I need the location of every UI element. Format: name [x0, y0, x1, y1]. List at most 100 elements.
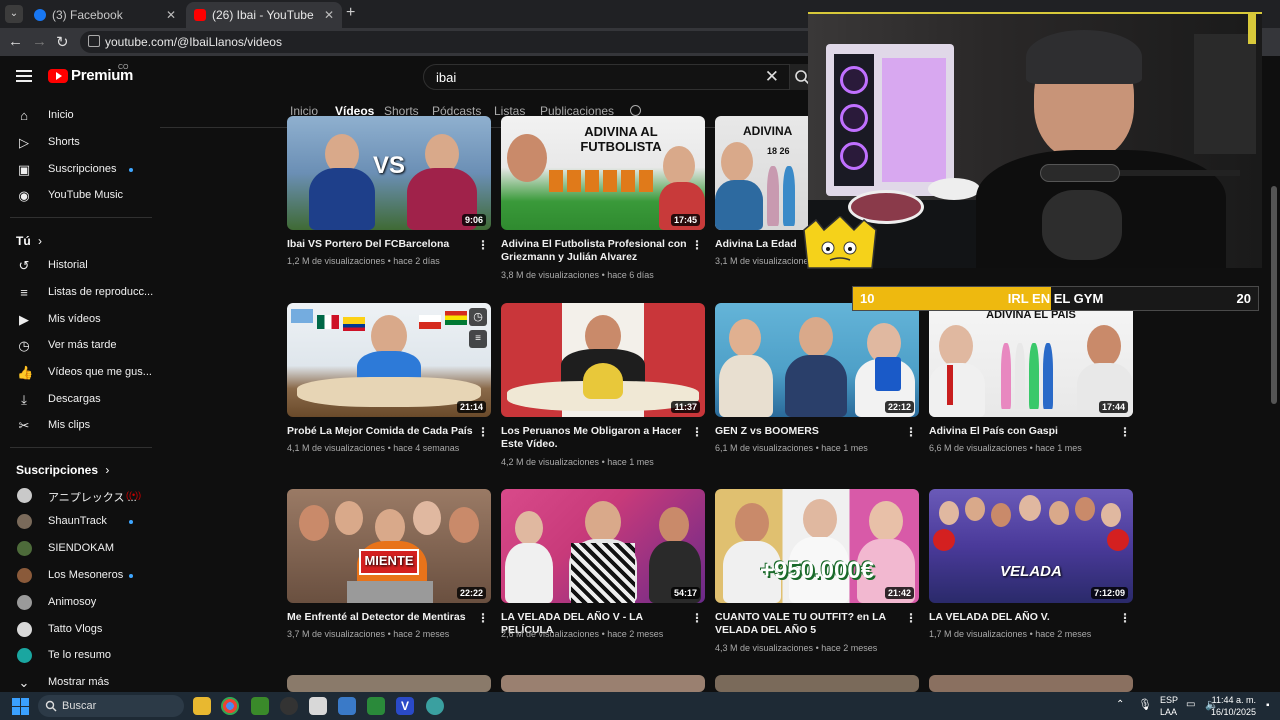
calculator-icon[interactable]: [338, 697, 356, 715]
microphone-icon[interactable]: 🎙: [1138, 698, 1152, 711]
language-indicator[interactable]: ESP LAA: [1160, 694, 1178, 718]
video-thumbnail[interactable]: ADIVINA AL FUTBOLISTA 17:45: [501, 116, 705, 230]
video-title[interactable]: Me Enfrenté al Detector de Mentiras: [287, 611, 473, 624]
more-options-icon[interactable]: ⋮: [1119, 425, 1131, 439]
video-thumbnail[interactable]: VS 9:06: [287, 116, 491, 230]
windows-start-icon[interactable]: [12, 698, 29, 715]
close-tab-icon[interactable]: ✕: [166, 2, 176, 28]
tab-search-menu-button[interactable]: ⌄: [5, 5, 23, 23]
video-card[interactable]: ADIVINA 18 26 Adivina La Edad 3,1 M de v…: [715, 116, 810, 276]
sidebar-sub-siendokam[interactable]: SIENDOKAM: [0, 536, 160, 562]
more-options-icon[interactable]: ⋮: [905, 425, 917, 439]
tab-facebook[interactable]: (3) Facebook ✕: [26, 2, 184, 28]
more-options-icon[interactable]: ⋮: [691, 611, 703, 625]
sidebar-item-listas[interactable]: ≡ Listas de reproducc...: [0, 280, 160, 306]
more-options-icon[interactable]: ⋮: [905, 611, 917, 625]
video-title[interactable]: LA VELADA DEL AÑO V.: [929, 611, 1115, 624]
reload-icon[interactable]: ↻: [56, 33, 69, 51]
app-icon[interactable]: [280, 697, 298, 715]
add-to-queue-icon[interactable]: ≡: [469, 330, 487, 348]
channel-search-icon[interactable]: [630, 105, 641, 116]
menu-icon[interactable]: [16, 70, 32, 82]
chrome-icon[interactable]: [221, 697, 239, 715]
sidebar-item-shorts[interactable]: ▷ Shorts: [0, 130, 160, 156]
sidebar-sub-animosoy[interactable]: Animosoy: [0, 590, 160, 616]
minecraft-icon[interactable]: [251, 697, 269, 715]
more-options-icon[interactable]: ⋮: [691, 425, 703, 439]
video-thumbnail[interactable]: [287, 675, 491, 692]
url-bar[interactable]: youtube.com/@IbaiLlanos/videos: [80, 31, 820, 53]
more-options-icon[interactable]: ⋮: [691, 238, 703, 252]
sidebar-sub-te-lo-resumo[interactable]: Te lo resumo: [0, 643, 160, 669]
sidebar-item-ver-mas-tarde[interactable]: ◷ Ver más tarde: [0, 333, 160, 359]
video-thumbnail[interactable]: ◷ ≡ 21:14: [287, 303, 491, 417]
more-options-icon[interactable]: ⋮: [1119, 611, 1131, 625]
sidebar-sub-aniplex[interactable]: アニプレックス ... ((•)): [0, 483, 160, 509]
new-tab-button[interactable]: +: [346, 4, 355, 22]
more-options-icon[interactable]: ⋮: [477, 611, 489, 625]
sidebar-sub-tatto-vlogs[interactable]: Tatto Vlogs: [0, 617, 160, 643]
app-icon[interactable]: V: [396, 697, 414, 715]
globe-icon[interactable]: [426, 697, 444, 715]
video-views: 1,2 M de visualizaciones: [287, 256, 386, 266]
chevron-up-icon[interactable]: ⌃: [1116, 699, 1124, 710]
sidebar-sub-shauntrack[interactable]: ShaunTrack: [0, 509, 160, 535]
video-title[interactable]: CUANTO VALE TU OUTFIT? en LA VELADA DEL …: [715, 611, 901, 637]
network-icon[interactable]: ▭: [1186, 699, 1195, 710]
video-title[interactable]: GEN Z vs BOOMERS: [715, 425, 901, 438]
video-views: 3,8 M de visualizaciones: [501, 270, 600, 280]
sidebar-item-me-gusta[interactable]: 👍 Vídeos que me gus...: [0, 360, 160, 386]
video-thumbnail[interactable]: 22:12: [715, 303, 919, 417]
video-thumbnail[interactable]: +950.000€ 21:42: [715, 489, 919, 603]
video-thumbnail[interactable]: [501, 675, 705, 692]
video-thumbnail[interactable]: 54:17: [501, 489, 705, 603]
you-heading[interactable]: Tú ›: [16, 234, 42, 248]
video-title[interactable]: Los Peruanos Me Obligaron a Hacer Este V…: [501, 425, 687, 451]
video-thumbnail[interactable]: [715, 675, 919, 692]
video-title[interactable]: Adivina La Edad: [715, 238, 810, 251]
sidebar-item-youtube-music[interactable]: ◉ YouTube Music: [0, 183, 160, 209]
sidebar-sub-los-mesoneros[interactable]: Los Mesoneros: [0, 563, 160, 589]
video-thumbnail[interactable]: [929, 675, 1133, 692]
video-thumbnail[interactable]: ADIVINA 18 26: [715, 116, 810, 230]
page-scrollbar-thumb[interactable]: [1271, 186, 1277, 404]
more-options-icon[interactable]: ⋮: [477, 238, 489, 252]
video-thumbnail[interactable]: MIENTE 22:22: [287, 489, 491, 603]
forward-arrow-icon[interactable]: →: [32, 33, 47, 50]
sidebar-item-mis-clips[interactable]: ✂ Mis clips: [0, 413, 160, 439]
country-code: CO: [118, 64, 129, 71]
sidebar-item-suscripciones[interactable]: ▣ Suscripciones: [0, 157, 160, 183]
clear-search-icon[interactable]: ✕: [765, 67, 779, 87]
sidebar-item-descargas[interactable]: ⤓ Descargas: [0, 387, 160, 413]
sidebar: ⌂ Inicio ▷ Shorts ▣ Suscripciones ◉ YouT…: [0, 100, 160, 692]
subscriptions-heading[interactable]: Suscripciones ›: [16, 463, 109, 477]
back-arrow-icon[interactable]: ←: [8, 33, 23, 50]
sidebar-item-historial[interactable]: ↺ Historial: [0, 253, 160, 279]
app-icon[interactable]: [309, 697, 327, 715]
sidebar-item-label: Los Mesoneros: [48, 569, 124, 581]
video-title[interactable]: Probé La Mejor Comida de Cada País: [287, 425, 473, 438]
video-age: hace 1 mes: [607, 457, 654, 467]
close-tab-icon[interactable]: ✕: [324, 2, 334, 28]
file-explorer-icon[interactable]: [193, 697, 211, 715]
sidebar-item-mis-videos[interactable]: ▶ Mis vídeos: [0, 307, 160, 333]
more-options-icon[interactable]: ⋮: [477, 425, 489, 439]
notifications-icon[interactable]: ▪: [1266, 700, 1270, 711]
taskbar-clock[interactable]: 11:44 a. m. 16/10/2025: [1211, 694, 1256, 718]
site-info-icon[interactable]: [88, 35, 100, 47]
crown-mascot-icon: [803, 216, 877, 269]
watch-later-icon[interactable]: ◷: [469, 308, 487, 326]
search-input[interactable]: ibai ✕: [423, 64, 790, 90]
language-code: ESP: [1160, 695, 1179, 705]
sidebar-item-inicio[interactable]: ⌂ Inicio: [0, 103, 160, 129]
video-title[interactable]: Adivina El Futbolista Profesional con Gr…: [501, 238, 687, 264]
video-thumbnail[interactable]: ADIVINA EL PAÍS 17:44: [929, 303, 1133, 417]
tab-youtube[interactable]: (26) Ibai - YouTube ✕: [186, 2, 342, 28]
taskbar-search-input[interactable]: Buscar: [38, 695, 184, 717]
video-title[interactable]: Ibai VS Portero Del FCBarcelona: [287, 238, 473, 251]
video-thumbnail[interactable]: 11:37: [501, 303, 705, 417]
video-title[interactable]: Adivina El País con Gaspi: [929, 425, 1115, 438]
youtube-logo-icon[interactable]: [48, 69, 68, 83]
video-thumbnail[interactable]: VELADA 7:12:09: [929, 489, 1133, 603]
app-icon[interactable]: [367, 697, 385, 715]
